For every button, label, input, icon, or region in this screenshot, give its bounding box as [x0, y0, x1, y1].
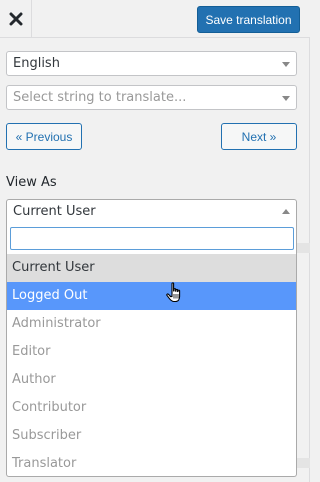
dropdown-search-input[interactable]: [10, 227, 294, 250]
save-translation-button[interactable]: Save translation: [197, 6, 300, 33]
view-as-select-value: Current User: [13, 204, 96, 219]
string-select[interactable]: Select string to translate...: [6, 85, 297, 110]
divider: [297, 458, 310, 468]
view-as-select[interactable]: Current User: [6, 199, 297, 224]
view-as-label: View As: [6, 175, 57, 190]
language-select[interactable]: English: [6, 51, 297, 76]
view-as-dropdown: Current User Logged Out Administrator Ed…: [6, 223, 297, 477]
option-administrator: Administrator: [12, 316, 101, 331]
next-button[interactable]: Next »: [221, 123, 297, 150]
language-select-value: English: [13, 56, 60, 71]
option-contributor: Contributor: [12, 400, 87, 415]
previous-button[interactable]: « Previous: [6, 123, 82, 150]
option-translator: Translator: [12, 456, 77, 471]
divider: [297, 243, 310, 253]
option-subscriber: Subscriber: [12, 428, 82, 443]
option-current-user[interactable]: Current User: [7, 254, 296, 282]
option-logged-out[interactable]: Logged Out: [7, 282, 296, 310]
dropdown-search-wrap: [7, 223, 296, 254]
option-editor: Editor: [12, 344, 51, 359]
top-bar: Save translation: [0, 0, 310, 38]
close-button[interactable]: [0, 0, 32, 38]
chevron-down-icon: [282, 62, 290, 67]
string-select-placeholder: Select string to translate...: [13, 90, 187, 105]
option-author: Author: [12, 372, 56, 387]
close-icon: [9, 12, 22, 26]
chevron-up-icon: [282, 209, 290, 214]
chevron-down-icon: [282, 96, 290, 101]
translation-panel: Save translation English Select string t…: [0, 0, 310, 482]
